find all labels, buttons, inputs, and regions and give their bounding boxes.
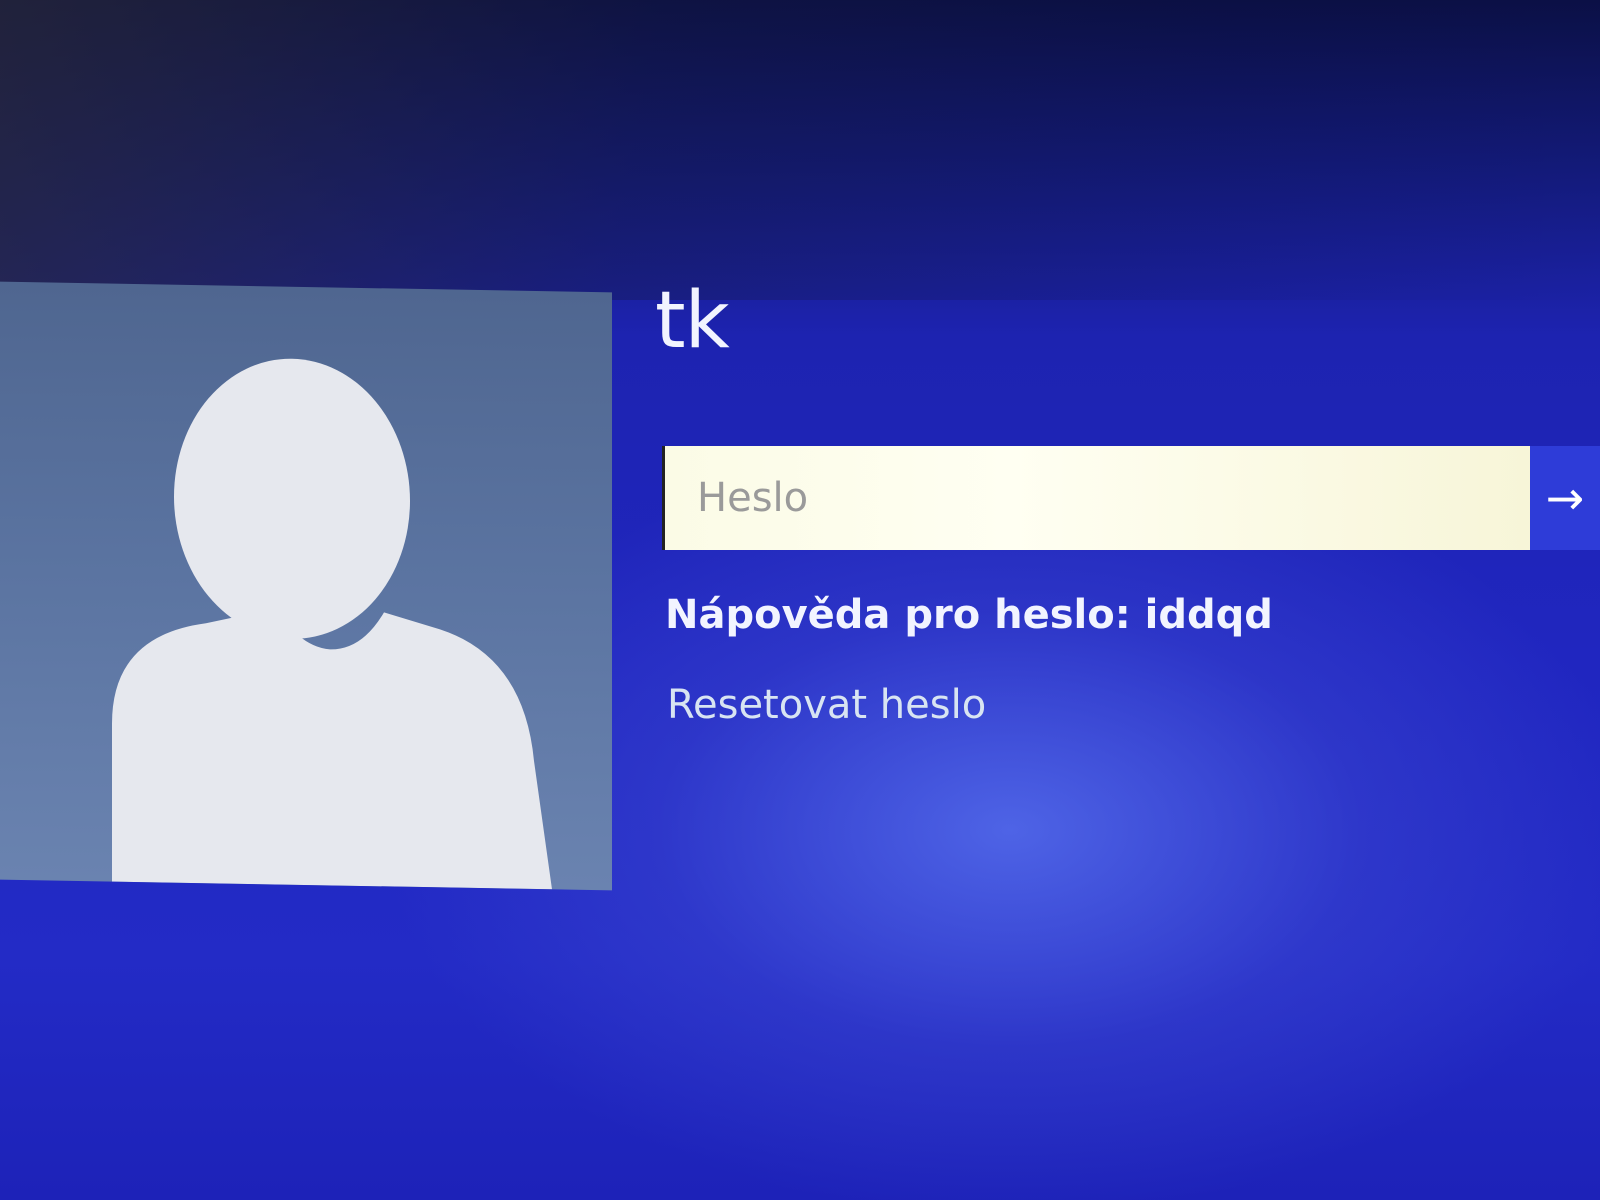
- submit-button[interactable]: →: [1530, 446, 1600, 550]
- password-box: →: [662, 446, 1600, 550]
- lock-screen: tk → Nápověda pro heslo: iddqd Resetovat…: [0, 0, 1600, 1200]
- password-hint: Nápověda pro heslo: iddqd: [665, 592, 1273, 638]
- username: tk: [655, 276, 730, 366]
- user-avatar: [0, 281, 612, 891]
- password-input[interactable]: [662, 446, 1530, 550]
- arrow-right-icon: →: [1545, 471, 1585, 525]
- reset-password-link[interactable]: Resetovat heslo: [667, 682, 986, 728]
- user-silhouette-icon: [112, 358, 552, 890]
- screen-glare: [0, 0, 1600, 300]
